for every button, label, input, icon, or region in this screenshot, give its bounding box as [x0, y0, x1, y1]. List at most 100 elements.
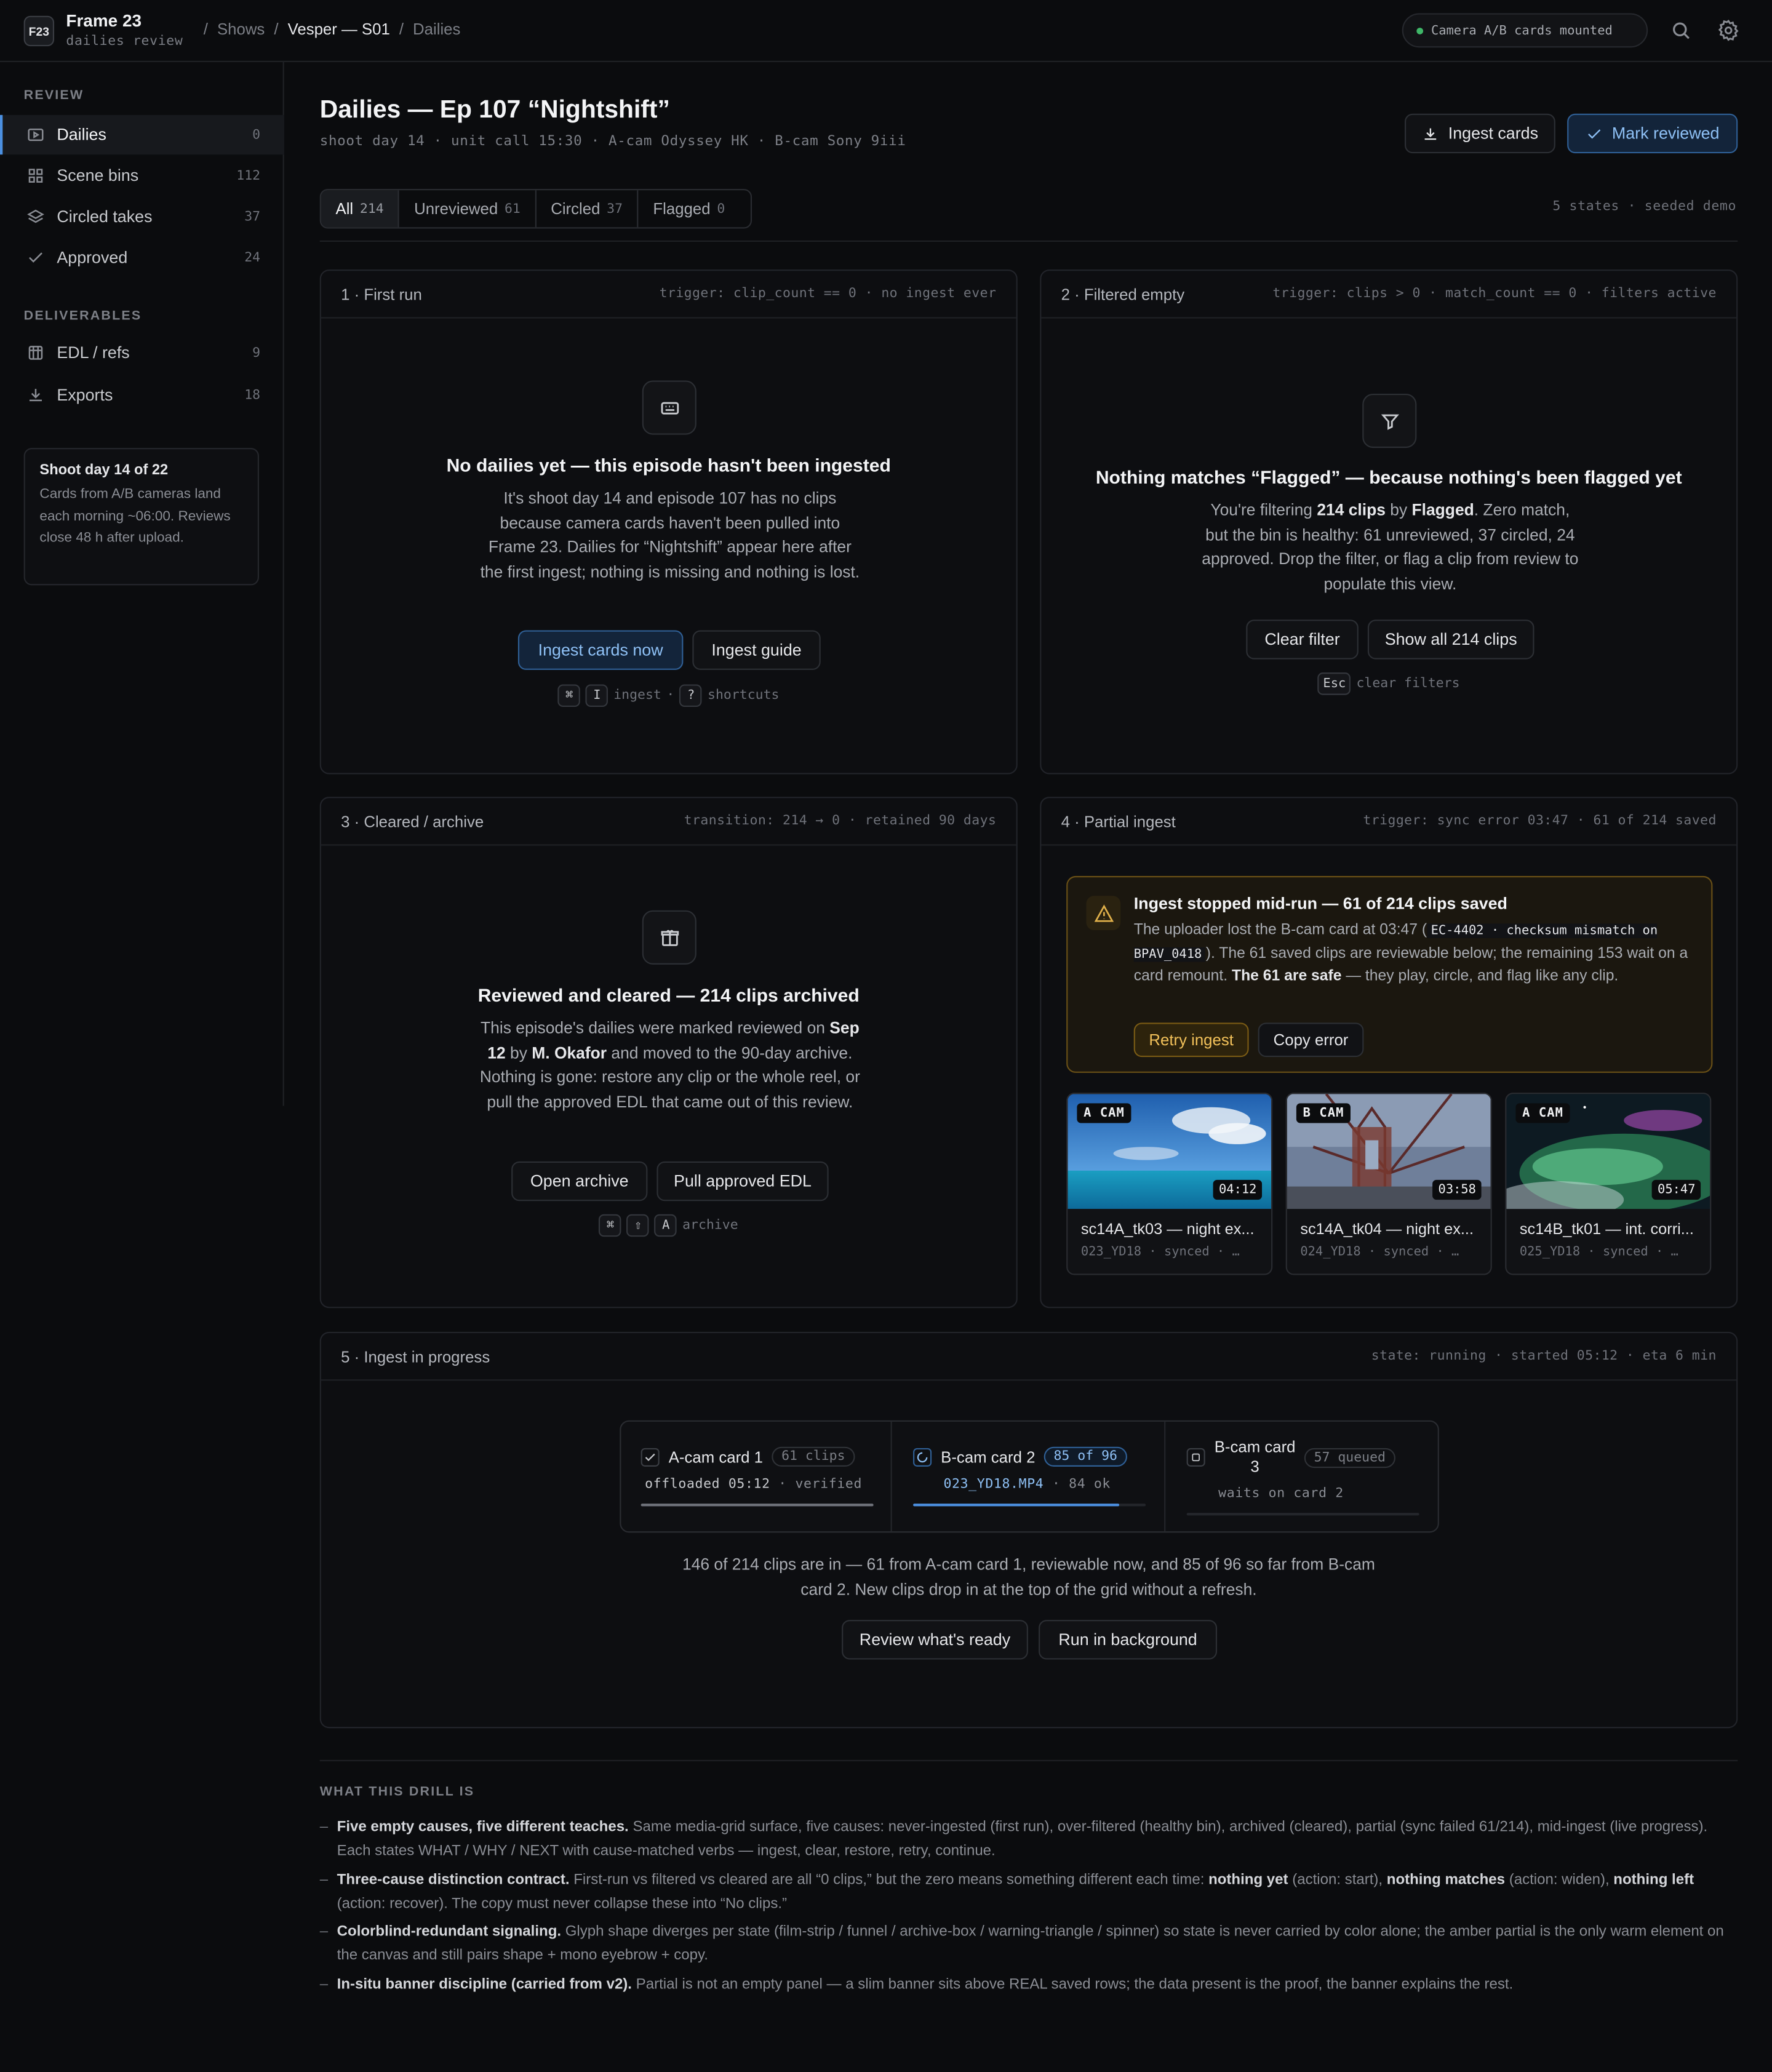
ingest-guide-button[interactable]: Ingest guide — [692, 630, 821, 670]
tab-count: 0 — [717, 201, 725, 217]
key-esc: Esc — [1317, 672, 1351, 695]
body-emphasis: M. Okafor — [532, 1043, 607, 1062]
partial-ingest-banner: Ingest stopped mid-run — 61 of 214 clips… — [1066, 875, 1713, 1073]
check-icon — [641, 1447, 660, 1466]
body-emphasis: Flagged — [1411, 500, 1474, 520]
run-in-background-button[interactable]: Run in background — [1039, 1620, 1218, 1660]
card-name-line: B-cam card — [1214, 1437, 1296, 1456]
sidebar-item-count: 37 — [244, 209, 261, 225]
gear-icon[interactable] — [1717, 18, 1741, 42]
card-chip: 61 clips — [772, 1446, 855, 1467]
tab-flagged[interactable]: Flagged 0 — [639, 190, 740, 227]
progress-bar — [913, 1504, 1146, 1507]
search-icon[interactable] — [1669, 18, 1693, 42]
breadcrumb: / Shows / Vesper — S01 / Dailies — [204, 20, 461, 38]
sidebar-item-dailies[interactable]: Dailies 0 — [0, 114, 284, 155]
tab-unreviewed[interactable]: Unreviewed 61 — [399, 190, 537, 228]
sidebar-item-scene-bins[interactable]: Scene bins 112 — [0, 156, 284, 195]
panel-cleared-archive: 3 · Cleared / archive transition: 214 → 0… — [319, 797, 1018, 1309]
page-title: Dailies — Ep 107 “Nightshift” — [319, 96, 670, 124]
clip-card[interactable]: A CAM 05:47 sc14B_tk01 — int. corri... 0… — [1505, 1093, 1712, 1275]
panel-trigger: trigger: clip_count == 0 · no ingest eve… — [659, 287, 997, 301]
empty-heading: Reviewed and cleared — 214 clips archive… — [477, 984, 860, 1006]
open-archive-button[interactable]: Open archive — [511, 1161, 648, 1201]
tab-label: Unreviewed — [414, 199, 498, 218]
retry-ingest-button[interactable]: Retry ingest — [1133, 1022, 1249, 1058]
ingest-cards-now-button[interactable]: Ingest cards now — [517, 630, 684, 670]
breadcrumb-dailies[interactable]: Dailies — [413, 20, 460, 38]
card-chip: 57 queued — [1304, 1447, 1395, 1468]
body-text: This episode's dailies were marked revie… — [481, 1018, 830, 1037]
tab-all[interactable]: All 214 — [321, 190, 400, 228]
clear-filter-button[interactable]: Clear filter — [1246, 620, 1359, 659]
empty-heading: Nothing matches “Flagged” — because noth… — [1095, 466, 1682, 488]
show-all-clips-button[interactable]: Show all 214 clips — [1367, 620, 1535, 659]
shortcut-sep: · — [666, 688, 675, 703]
clip-card[interactable]: A CAM 04:12 sc14A_tk03 — night ex... 023… — [1066, 1093, 1273, 1275]
breadcrumb-show[interactable]: Vesper — S01 — [288, 20, 390, 38]
shoot-day-card: Shoot day 14 of 22 Cards from A/B camera… — [23, 448, 259, 586]
banner-body: The uploader lost the B-cam card at 03:4… — [1133, 920, 1689, 989]
layers-icon — [27, 209, 44, 223]
sidebar-item-count: 112 — [236, 168, 261, 183]
card-progress-a1: A-cam card 1 61 clips offloaded 05:12 · v… — [621, 1421, 892, 1532]
copy-error-button[interactable]: Copy error — [1258, 1022, 1364, 1058]
body-text: You're filtering — [1210, 500, 1317, 520]
tab-label: All — [335, 199, 354, 218]
sidebar-item-edl-refs[interactable]: EDL / refs 9 — [0, 333, 284, 372]
spinner-icon — [913, 1447, 932, 1466]
progress-bar — [1186, 1513, 1419, 1516]
archive-box-icon — [642, 910, 696, 965]
panel-title: 4 · Partial ingest — [1061, 811, 1176, 831]
panel-header: 1 · First run trigger: clip_count == 0 · … — [321, 271, 1016, 319]
sidebar-item-count: 0 — [252, 127, 261, 142]
panel-trigger: transition: 214 → 0 · retained 90 days — [684, 813, 997, 829]
note-text: First-run vs filtered vs cleared are all… — [569, 1872, 1209, 1889]
breadcrumb-sep: / — [399, 20, 404, 39]
empty-body: It's shoot day 14 and episode 107 has no… — [480, 488, 860, 582]
note-text: (action: start), — [1288, 1872, 1387, 1889]
grid-icon — [28, 169, 43, 183]
panel-trigger: state: running · started 05:12 · eta 6 m… — [1371, 1349, 1717, 1364]
sidebar-item-approved[interactable]: Approved 24 — [0, 238, 284, 277]
clip-duration: 04:12 — [1213, 1179, 1263, 1200]
panel-header: 5 · Ingest in progress state: running · s… — [321, 1333, 1737, 1381]
clip-card[interactable]: B CAM 03:58 sc14A_tk04 — night ex... 024… — [1285, 1093, 1492, 1275]
note-item: Three-cause distinction contract. First-… — [320, 1870, 1738, 1916]
body-text: by — [505, 1043, 532, 1062]
warning-triangle-icon — [1086, 896, 1121, 930]
states-caption: 5 states · seeded demo — [1552, 199, 1737, 214]
sidebar-item-exports[interactable]: Exports 18 — [0, 375, 284, 415]
clip-duration: 03:58 — [1432, 1179, 1482, 1200]
note-title: Five empty causes, five different teache… — [337, 1819, 629, 1836]
panel-header: 2 · Filtered empty trigger: clips > 0 · m… — [1041, 271, 1737, 319]
sidebar-item-circled-takes[interactable]: Circled takes 37 — [0, 197, 284, 236]
pull-approved-edl-button[interactable]: Pull approved EDL — [657, 1161, 829, 1201]
panel-filtered-empty: 2 · Filtered empty trigger: clips > 0 · m… — [1040, 269, 1738, 775]
key-a: A — [655, 1214, 677, 1237]
button-label: Retry ingest — [1149, 1030, 1234, 1050]
review-ready-button[interactable]: Review what's ready — [842, 1620, 1028, 1660]
button-label: Ingest guide — [711, 640, 802, 659]
camera-badge: A CAM — [1515, 1103, 1570, 1123]
progress-bar — [641, 1504, 874, 1507]
shoot-day-title: Shoot day 14 of 22 — [39, 462, 169, 479]
panel-trigger: trigger: sync error 03:47 · 61 of 214 sa… — [1363, 813, 1717, 829]
clip-meta: 024_YD18 · synced · … — [1300, 1245, 1459, 1259]
empty-body: This episode's dailies were marked revie… — [478, 1016, 861, 1115]
ingest-progress-card: A-cam card 1 61 clips offloaded 05:12 · v… — [620, 1420, 1439, 1533]
ingest-cards-button[interactable]: Ingest cards — [1405, 113, 1555, 154]
empty-heading: No dailies yet — this episode hasn't bee… — [446, 454, 891, 476]
body-text: by — [1385, 500, 1412, 520]
card-file: 023_YD18.MP4 — [943, 1477, 1044, 1492]
divider — [319, 240, 1738, 242]
tab-circled[interactable]: Circled 37 — [537, 190, 639, 228]
top-bar: F23 Frame 23 dailies review / Shows / Ve… — [0, 0, 1772, 62]
mark-reviewed-button[interactable]: Mark reviewed — [1567, 113, 1738, 154]
app-logo[interactable]: F23 — [23, 15, 55, 47]
panel-header: 3 · Cleared / archive transition: 214 → 0… — [321, 798, 1016, 846]
card-name: B-cam card 3 — [1215, 1438, 1296, 1477]
breadcrumb-shows[interactable]: Shows — [217, 20, 265, 38]
sidebar-item-count: 9 — [252, 345, 261, 361]
funnel-icon — [1362, 394, 1417, 448]
